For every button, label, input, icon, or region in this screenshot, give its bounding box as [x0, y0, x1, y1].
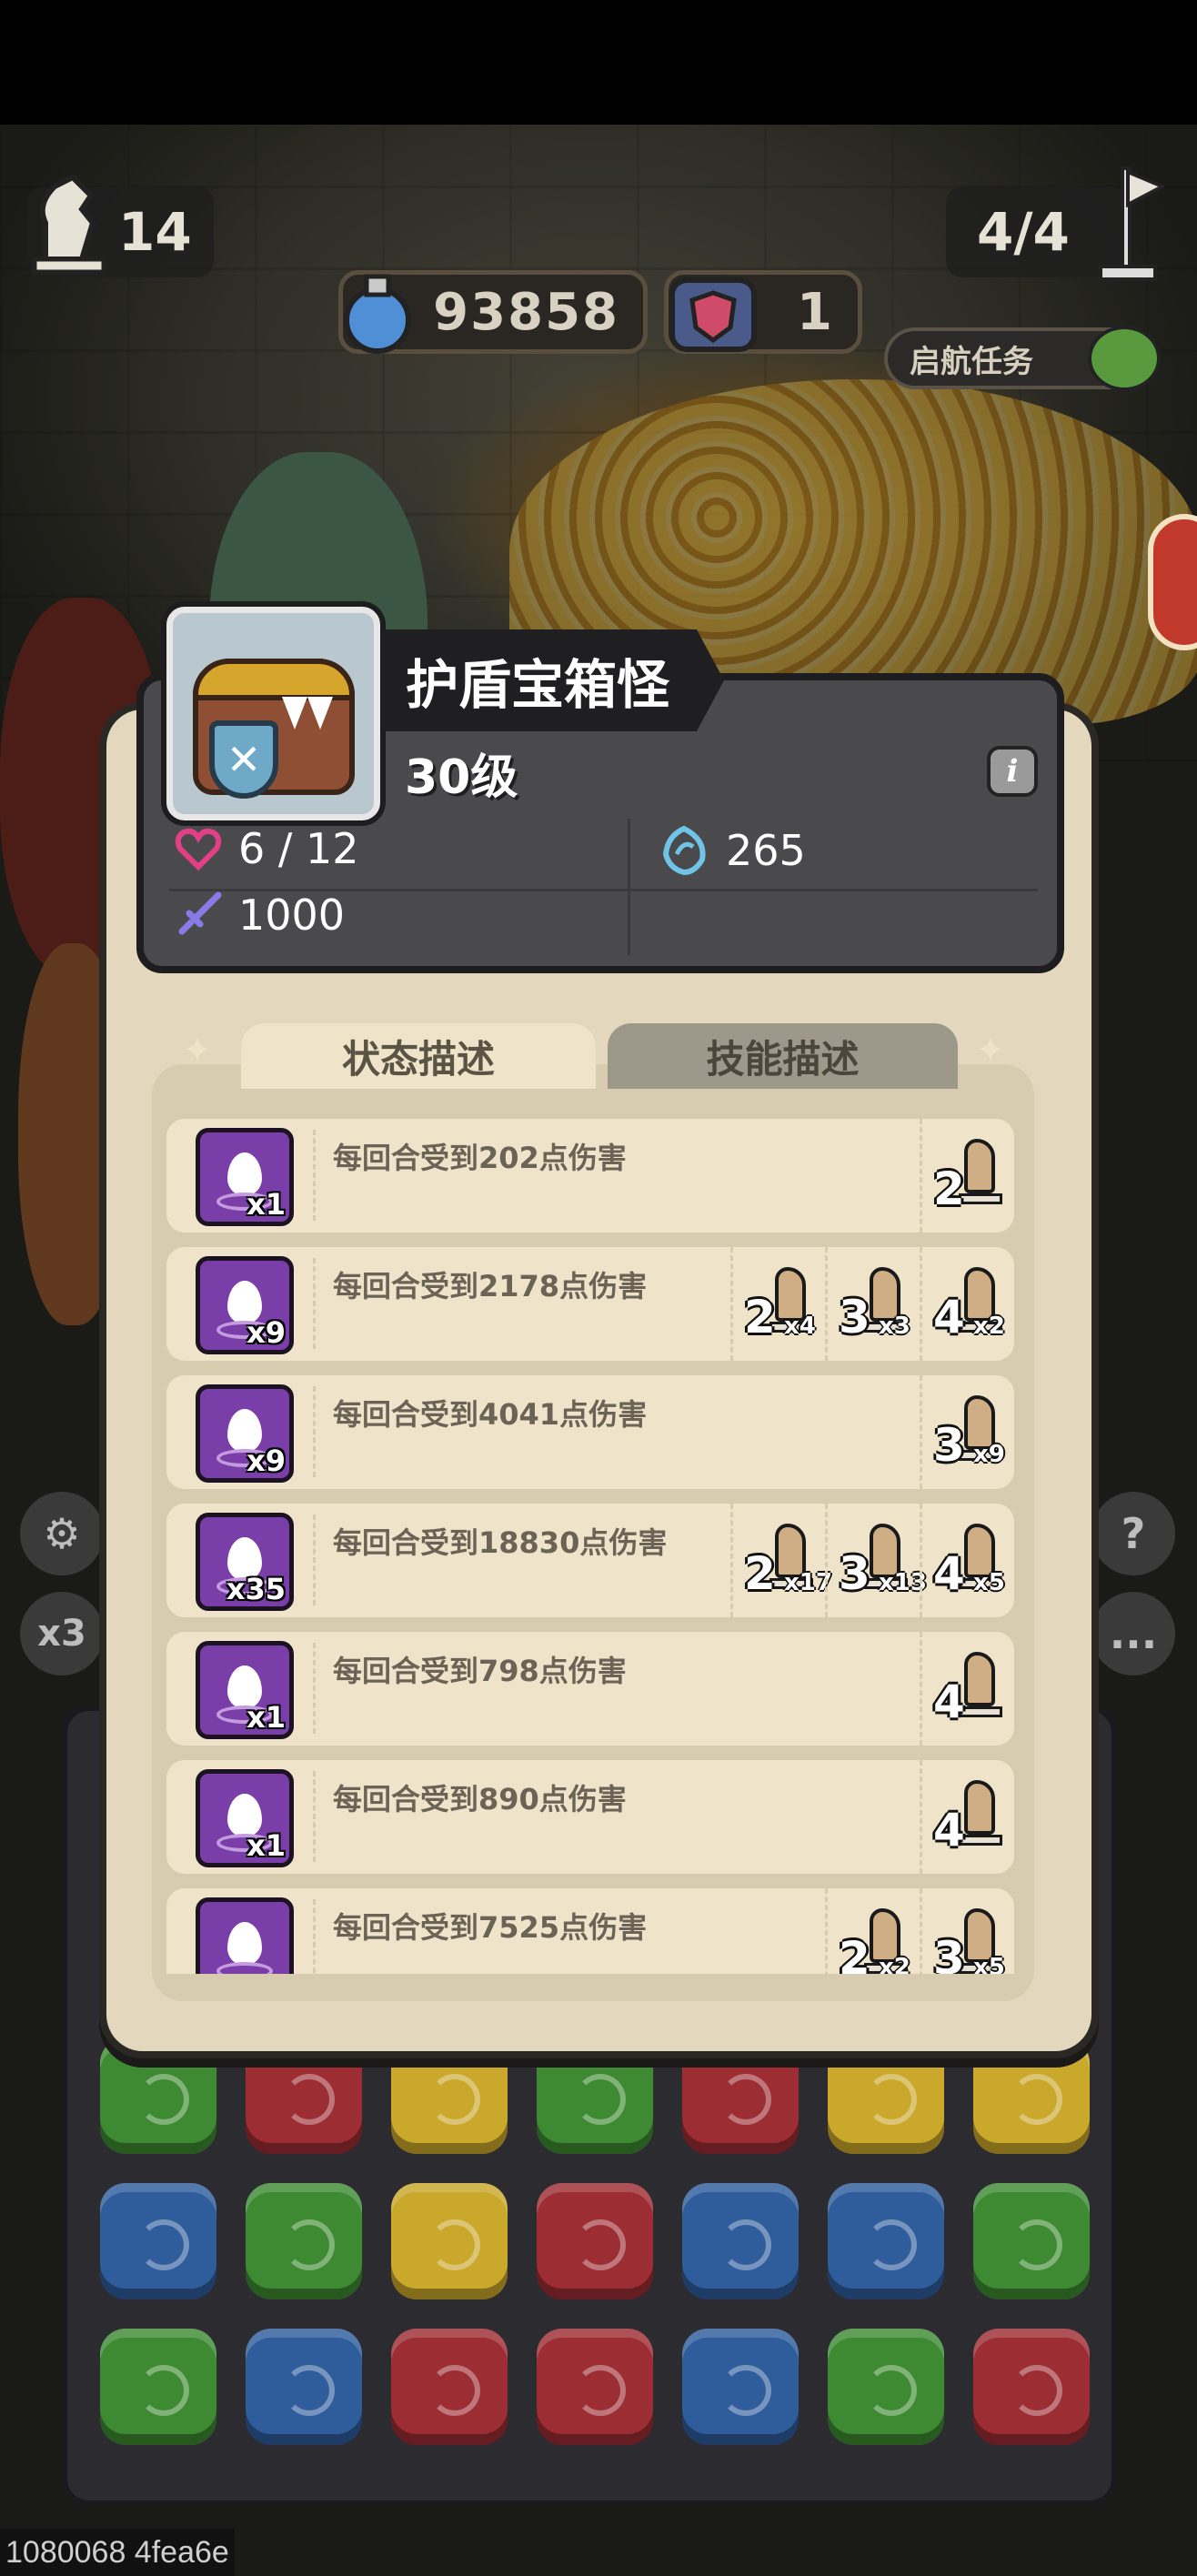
- unit-level: 4: [933, 1804, 965, 1857]
- status-description: 每回合受到202点伤害: [333, 1141, 627, 1175]
- monster-level: 30级: [405, 750, 518, 805]
- status-stack-count: x9: [246, 1315, 286, 1350]
- unit-multiplier: x9: [973, 1441, 1005, 1468]
- attack-stat: 1000: [173, 890, 345, 941]
- defense-stat: 265: [657, 823, 806, 878]
- unit-level: 2: [839, 1932, 870, 1974]
- debug-overlay: 1080068 4fea6e: [0, 2529, 235, 2576]
- unit-multiplier: x4: [784, 1313, 816, 1340]
- status-description: 每回合受到18830点伤害: [333, 1525, 668, 1560]
- source-badges: 2: [920, 1119, 1014, 1233]
- status-effect-icon: x1: [196, 1128, 294, 1226]
- monster-portrait: ✕: [166, 607, 380, 820]
- status-description: 每回合受到7525点伤害: [333, 1910, 648, 1945]
- hp-stat: 6 / 12: [173, 823, 359, 874]
- status-effect-icon: x1: [196, 1769, 294, 1867]
- status-effect-icon: x1: [196, 1641, 294, 1739]
- source-badges: 4: [920, 1632, 1014, 1746]
- status-row: 每回合受到7525点伤害 2 x2 3 x5: [166, 1888, 1014, 1974]
- status-effect-icon: [196, 1897, 294, 1974]
- status-stack-count: x1: [246, 1828, 286, 1863]
- tab-status[interactable]: 状态描述: [241, 1023, 596, 1089]
- unit-level: 2: [933, 1162, 965, 1215]
- unit-multiplier: x2: [879, 1954, 910, 1974]
- status-effect-icon: x9: [196, 1384, 294, 1483]
- hp-value: 6 / 12: [238, 824, 359, 873]
- status-stack-count: x9: [246, 1444, 286, 1478]
- status-effect-icon: x9: [196, 1256, 294, 1354]
- source-unit-badge: 4: [920, 1632, 1014, 1746]
- unit-multiplier: x3: [879, 1313, 910, 1340]
- source-badges: 2 x17 3 x13 4 x5: [730, 1504, 1014, 1617]
- unit-multiplier: x2: [973, 1313, 1005, 1340]
- status-row: x1 每回合受到890点伤害 4: [166, 1760, 1014, 1874]
- heart-icon: [175, 828, 222, 871]
- knight-icon: [964, 1780, 995, 1835]
- status-row: x9 每回合受到2178点伤害 2 x4 3 x3 4 x2: [166, 1247, 1014, 1361]
- source-unit-badge: 2 x4: [730, 1247, 825, 1361]
- defense-value: 265: [726, 826, 806, 875]
- source-unit-badge: 3 x13: [825, 1504, 927, 1617]
- source-unit-badge: 3 x3: [825, 1247, 920, 1361]
- status-description: 每回合受到2178点伤害: [333, 1269, 648, 1303]
- attack-value: 1000: [238, 891, 346, 940]
- defense-icon: [662, 825, 706, 876]
- unit-level: 2: [744, 1291, 776, 1343]
- source-unit-badge: 2 x2: [825, 1888, 920, 1974]
- status-stack-count: x1: [246, 1700, 286, 1735]
- status-list[interactable]: x1 每回合受到202点伤害 2 x9 每回合受到2178点伤害 2 x4 3 x3 4 x2 x9 每…: [166, 1119, 1014, 1974]
- unit-level: 4: [933, 1675, 965, 1728]
- tab-skill[interactable]: 技能描述: [608, 1023, 958, 1089]
- unit-level: 3: [839, 1547, 870, 1600]
- source-unit-badge: 4 x5: [920, 1504, 1014, 1617]
- knight-icon: [964, 1652, 995, 1706]
- sparkle-icon: ✦: [975, 1030, 1006, 1072]
- shield-icon: ✕: [209, 720, 278, 799]
- unit-multiplier: x5: [973, 1569, 1005, 1596]
- unit-level: 3: [839, 1291, 870, 1343]
- sword-icon: [178, 891, 222, 935]
- status-row: x1 每回合受到202点伤害 2: [166, 1119, 1014, 1233]
- unit-level: 4: [933, 1547, 965, 1600]
- sparkle-icon: ✦: [182, 1030, 213, 1072]
- source-unit-badge: 2: [920, 1119, 1014, 1233]
- unit-multiplier: x5: [973, 1954, 1005, 1974]
- status-stack-count: x1: [246, 1187, 286, 1222]
- source-badges: 2 x2 3 x5: [825, 1888, 1014, 1974]
- source-unit-badge: 4 x2: [920, 1247, 1014, 1361]
- status-row: x9 每回合受到4041点伤害 3 x9: [166, 1375, 1014, 1489]
- drop-icon: [227, 1922, 262, 1966]
- unit-level: 3: [933, 1932, 965, 1974]
- status-description: 每回合受到4041点伤害: [333, 1397, 648, 1432]
- monster-name: 护盾宝箱怪: [382, 629, 725, 731]
- knight-icon: [964, 1139, 995, 1193]
- source-badges: 2 x4 3 x3 4 x2: [730, 1247, 1014, 1361]
- source-unit-badge: 4: [920, 1760, 1014, 1874]
- status-effect-icon: x35: [196, 1513, 294, 1611]
- source-unit-badge: 2 x17: [730, 1504, 832, 1617]
- unit-level: 4: [933, 1291, 965, 1343]
- status-row: x35 每回合受到18830点伤害 2 x17 3 x13 4 x5: [166, 1504, 1014, 1617]
- source-unit-badge: 3 x9: [920, 1375, 1014, 1489]
- status-row: x1 每回合受到798点伤害 4: [166, 1632, 1014, 1746]
- header-divider: [628, 819, 630, 955]
- status-stack-count: x35: [226, 1572, 286, 1606]
- source-badges: 4: [920, 1760, 1014, 1874]
- status-description: 每回合受到798点伤害: [333, 1654, 627, 1688]
- unit-level: 2: [744, 1547, 776, 1600]
- source-unit-badge: 3 x5: [920, 1888, 1014, 1974]
- info-button[interactable]: i: [987, 746, 1038, 797]
- source-badges: 3 x9: [920, 1375, 1014, 1489]
- unit-level: 3: [933, 1419, 965, 1472]
- status-description: 每回合受到890点伤害: [333, 1782, 627, 1816]
